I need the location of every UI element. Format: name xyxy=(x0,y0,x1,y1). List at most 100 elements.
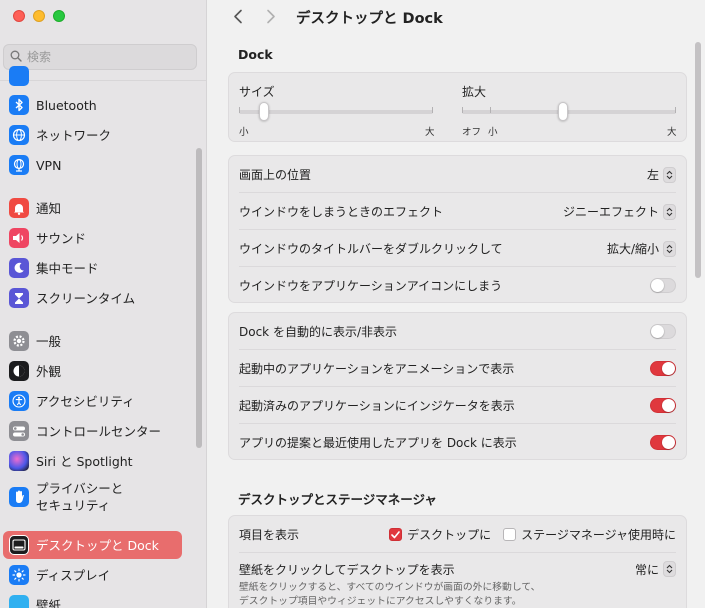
animate-opening-toggle[interactable] xyxy=(650,361,676,376)
sidebar-item-privacy-security[interactable]: プライバシーと セキュリティ xyxy=(3,477,182,517)
setting-row-position: 画面上の位置 左 xyxy=(229,156,686,193)
sidebar-item-accessibility[interactable]: アクセシビリティ xyxy=(3,387,182,415)
sidebar-item-notifications[interactable]: 通知 xyxy=(3,194,182,222)
sidebar-scrollbar[interactable] xyxy=(196,148,202,448)
click-wallpaper-value: 常に xyxy=(634,562,659,577)
updown-chevron-icon xyxy=(663,561,676,577)
show-items-label: 項目を表示 xyxy=(239,528,300,542)
vpn-globe-icon xyxy=(9,155,29,175)
dock-behavior-group: Dock を自動的に表示/非表示 起動中のアプリケーションをアニメーションで表示… xyxy=(228,312,687,460)
sidebar-item-sound[interactable]: サウンド xyxy=(3,224,182,252)
show-on-desktop-label: デスクトップに xyxy=(407,528,492,542)
sidebar-item-bluetooth[interactable]: Bluetooth xyxy=(3,91,182,119)
show-indicators-label: 起動済みのアプリケーションにインジケータを表示 xyxy=(239,399,515,413)
sidebar-item-label: プライバシーと セキュリティ xyxy=(36,481,124,513)
setting-row-minimize-into-icon: ウインドウをアプリケーションアイコンにしまう xyxy=(229,267,686,304)
sidebar-item-label: サウンド xyxy=(36,230,87,246)
toggle-knob xyxy=(662,436,675,449)
show-on-desktop-checkbox[interactable]: デスクトップに xyxy=(389,526,491,543)
settings-content: Dock サイズ 拡大 小 大 オフ 小 大 画面上の位置 左 ウインドウをしま… xyxy=(208,34,705,608)
magnify-slider[interactable] xyxy=(462,102,676,125)
sidebar-item-label: Siri と Spotlight xyxy=(36,453,133,469)
sidebar-item-label: ディスプレイ xyxy=(36,567,111,583)
speaker-icon xyxy=(9,228,29,248)
show-in-stage-manager-label: ステージマネージャ使用時に xyxy=(521,528,676,542)
zoom-button[interactable] xyxy=(53,10,65,22)
setting-row-show-items: 項目を表示 デスクトップに ステージマネージャ使用時に xyxy=(229,516,686,553)
minimize-effect-label: ウインドウをしまうときのエフェクト xyxy=(239,205,444,219)
sidebar-item-appearance[interactable]: 外観 xyxy=(3,357,182,385)
updown-chevron-icon xyxy=(663,203,676,220)
desktop-stage-group: 項目を表示 デスクトップに ステージマネージャ使用時に 壁紙をクリックしてデスク… xyxy=(228,515,687,608)
position-popup[interactable]: 左 xyxy=(647,166,676,183)
section-title-dock: Dock xyxy=(238,47,273,62)
siri-icon xyxy=(9,451,29,471)
show-in-stage-manager-checkbox[interactable]: ステージマネージャ使用時に xyxy=(503,526,676,543)
sidebar-item-wallpaper[interactable]: 壁紙 xyxy=(3,591,182,608)
autohide-toggle[interactable] xyxy=(650,324,676,339)
toolbar: デスクトップと Dock xyxy=(208,0,705,34)
toggle-knob xyxy=(651,325,664,338)
click-wallpaper-label: 壁紙をクリックしてデスクトップを表示 xyxy=(239,562,455,577)
toggles-icon xyxy=(9,421,29,441)
autohide-label: Dock を自動的に表示/非表示 xyxy=(239,325,397,339)
sidebar-item-displays[interactable]: ディスプレイ xyxy=(3,561,182,589)
titlebar-dblclick-popup[interactable]: 拡大/縮小 xyxy=(607,240,676,257)
sidebar-item-screen-time[interactable]: スクリーンタイム xyxy=(3,284,182,312)
content-scrollbar[interactable] xyxy=(695,42,701,278)
sidebar-item-label: 通知 xyxy=(36,200,62,216)
sidebar-item-control-center[interactable]: コントロールセンター xyxy=(3,417,182,445)
back-button[interactable] xyxy=(228,6,248,26)
wifi-icon xyxy=(9,66,29,86)
animate-opening-label: 起動中のアプリケーションをアニメーションで表示 xyxy=(239,362,515,376)
bluetooth-icon xyxy=(9,95,29,115)
sidebar: Bluetooth ネットワーク VPN 通知 サウンド xyxy=(0,0,207,608)
minimize-effect-value: ジニーエフェクト xyxy=(562,205,659,219)
size-slider[interactable] xyxy=(239,102,433,125)
dock-options-group: 画面上の位置 左 ウインドウをしまうときのエフェクト ジニーエフェクト ウインド… xyxy=(228,155,687,303)
magnify-slider-block: 拡大 xyxy=(462,83,486,100)
size-slider-thumb[interactable] xyxy=(259,102,269,121)
sidebar-item-network[interactable]: ネットワーク xyxy=(3,121,182,149)
sidebar-item-vpn[interactable]: VPN xyxy=(3,151,182,179)
toggle-knob xyxy=(651,279,664,292)
dock-icon xyxy=(9,535,29,555)
show-recents-toggle[interactable] xyxy=(650,435,676,450)
sidebar-item-label: 一般 xyxy=(36,333,62,349)
main-pane: デスクトップと Dock Dock サイズ 拡大 小 大 オフ 小 大 画面上の… xyxy=(208,0,705,608)
sidebar-item-label: デスクトップと Dock xyxy=(36,537,159,553)
gear-icon xyxy=(9,331,29,351)
click-wallpaper-description-2: デスクトップ項目やウィジェットにアクセスしやすくなります。 xyxy=(239,596,522,607)
magnify-slider-thumb[interactable] xyxy=(558,102,568,121)
minimize-button[interactable] xyxy=(33,10,45,22)
sidebar-item-general[interactable]: 一般 xyxy=(3,327,182,355)
sun-icon xyxy=(9,565,29,585)
forward-button[interactable] xyxy=(261,6,281,26)
checkbox-box xyxy=(503,528,517,541)
click-wallpaper-description-1: 壁紙をクリックすると、すべてのウインドウが画面の外に移動して、 xyxy=(239,582,541,593)
sidebar-item-label: 集中モード xyxy=(36,260,99,276)
sidebar-item-focus[interactable]: 集中モード xyxy=(3,254,182,282)
magnify-off-label: オフ xyxy=(462,127,482,138)
minimize-into-icon-label: ウインドウをアプリケーションアイコンにしまう xyxy=(239,279,503,293)
window-controls xyxy=(13,10,65,22)
setting-row-titlebar-double-click: ウインドウのタイトルバーをダブルクリックして 拡大/縮小 xyxy=(229,230,686,267)
tick-mark xyxy=(675,107,676,113)
magnify-label: 拡大 xyxy=(462,85,487,99)
minimize-into-icon-toggle[interactable] xyxy=(650,278,676,293)
sidebar-item-label: 外観 xyxy=(36,363,62,379)
updown-chevron-icon xyxy=(663,240,676,257)
sidebar-item-desktop-dock[interactable]: デスクトップと Dock xyxy=(3,531,182,559)
show-indicators-toggle[interactable] xyxy=(650,398,676,413)
position-label: 画面上の位置 xyxy=(239,168,312,182)
click-wallpaper-popup[interactable]: 常に xyxy=(635,561,676,578)
settings-window: Bluetooth ネットワーク VPN 通知 サウンド xyxy=(0,0,705,608)
close-button[interactable] xyxy=(13,10,25,22)
sidebar-item-siri-spotlight[interactable]: Siri と Spotlight xyxy=(3,447,182,475)
sidebar-item-label: Bluetooth xyxy=(36,97,97,113)
minimize-effect-popup[interactable]: ジニーエフェクト xyxy=(563,203,676,220)
magnify-slider-track xyxy=(462,110,676,114)
sidebar-item-wifi[interactable] xyxy=(3,62,182,90)
chevron-right-icon xyxy=(267,9,275,23)
hourglass-icon xyxy=(9,288,29,308)
